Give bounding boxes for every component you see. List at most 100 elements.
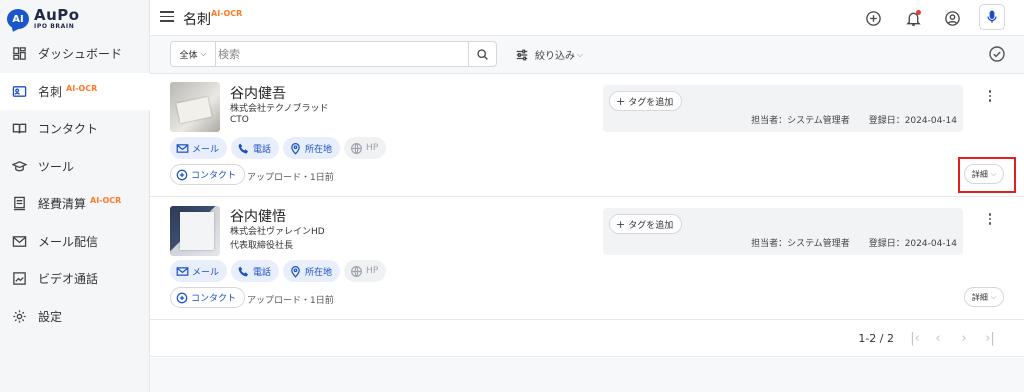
title-ai-ocr-badge: AI-OCR (211, 9, 243, 18)
email-chip[interactable]: メール (170, 260, 228, 282)
filter-button[interactable]: 絞り込み ⌵ (515, 47, 583, 62)
sidebar-item-tools[interactable]: ツール (0, 148, 150, 186)
detail-button[interactable]: 詳細 ⌵ (964, 287, 1004, 307)
registered-date: 登録日：2024-04-14 (868, 239, 957, 249)
prev-page-icon[interactable]: ‹ (930, 330, 946, 346)
company-name: 株式会社ヴァレインHD (230, 227, 325, 237)
tag-panel: + タグを追加 担当者：システム管理者 登録日：2024-04-14 (603, 85, 963, 132)
card-meta: 担当者：システム管理者 登録日：2024-04-14 (735, 236, 957, 249)
sidebar-item-mail[interactable]: メール配信 (0, 223, 150, 261)
add-contact-button[interactable]: コンタクト (170, 287, 246, 308)
add-tag-label: タグを追加 (628, 220, 674, 231)
sidebar-item-label: 設定 (38, 309, 63, 324)
business-card-item[interactable]: 谷内健吾 株式会社テクノブラッド CTO メール 電話 所在地 HP コンタクト… (150, 74, 1024, 197)
app-logo[interactable]: AI AuPo IPO BRAIN (7, 6, 80, 32)
address-chip[interactable]: 所在地 (283, 260, 341, 282)
first-page-icon[interactable]: |‹ (907, 330, 923, 346)
sidebar-item-expenses[interactable]: 経費清算 AI-OCR (0, 185, 150, 223)
company-name: 株式会社テクノブラッド (230, 104, 329, 114)
chip-label: メール (192, 144, 220, 155)
chip-label: 電話 (253, 267, 272, 278)
ai-ocr-badge: AI-OCR (90, 196, 122, 206)
more-vert-icon[interactable] (984, 88, 996, 104)
empty-area (150, 358, 1024, 392)
registered-date: 登録日：2024-04-14 (868, 116, 957, 126)
search-input[interactable] (218, 44, 463, 64)
next-page-icon[interactable]: › (956, 330, 972, 346)
search-icon (477, 48, 488, 60)
mail-icon (11, 233, 27, 249)
notification-dot (916, 10, 921, 15)
contact-label: コンタクト (191, 171, 237, 181)
notification-bell-icon[interactable] (903, 8, 923, 28)
contact-name: 谷内健吾 (230, 86, 286, 102)
sidebar-item-label: ダッシュボード (38, 47, 123, 62)
search-toolbar: 全体 ⌵ 絞り込み ⌵ (150, 36, 1024, 74)
phone-chip[interactable]: 電話 (231, 260, 280, 282)
logo-main-text: AuPo (34, 6, 80, 24)
sidebar-item-video[interactable]: ビデオ通話 (0, 260, 150, 298)
ai-ocr-badge: AI-OCR (66, 83, 98, 93)
assignee-text: 担当者：システム管理者 (751, 239, 850, 249)
location-pin-icon (291, 142, 300, 155)
add-circle-icon[interactable] (863, 8, 883, 28)
sidebar-nav: ダッシュボード 名刺 AI-OCR コンタクト ツール 経費清算 AI-OCR … (0, 35, 150, 335)
business-card-item[interactable]: 谷内健悟 株式会社ヴァレインHD 代表取締役社長 メール 電話 所在地 HP コ… (150, 197, 1024, 320)
hamburger-menu-icon[interactable] (160, 11, 174, 23)
card-meta: 担当者：システム管理者 登録日：2024-04-14 (735, 113, 957, 126)
search-scope-select[interactable]: 全体 ⌵ (171, 42, 216, 66)
contact-chips: メール 電話 所在地 HP (170, 260, 390, 282)
website-chip[interactable]: HP (344, 137, 387, 159)
sidebar-item-label: 経費清算 (38, 197, 87, 212)
add-tag-label: タグを追加 (628, 97, 674, 108)
sidebar-item-contacts[interactable]: コンタクト (0, 110, 150, 148)
more-vert-icon[interactable] (984, 211, 996, 227)
address-chip[interactable]: 所在地 (283, 137, 341, 159)
business-card-icon (11, 83, 27, 99)
voice-input-button[interactable] (979, 4, 1005, 30)
account-icon[interactable] (942, 8, 962, 28)
filter-sliders-icon (516, 49, 528, 60)
contact-label: コンタクト (191, 294, 237, 304)
add-tag-button[interactable]: + タグを追加 (609, 91, 683, 111)
mail-icon (176, 143, 189, 153)
phone-chip[interactable]: 電話 (231, 137, 280, 159)
job-title: 代表取締役社長 (230, 241, 294, 251)
email-chip[interactable]: メール (170, 137, 228, 159)
sidebar-item-label: コンタクト (38, 122, 99, 137)
chevron-down-icon: ⌵ (577, 49, 584, 59)
page-title: 名刺 (183, 12, 211, 28)
sidebar-item-dashboard[interactable]: ダッシュボード (0, 35, 150, 73)
website-chip[interactable]: HP (344, 260, 387, 282)
chevron-down-icon: ⌵ (990, 292, 997, 301)
graduation-cap-icon (11, 158, 27, 174)
plus-icon: + (616, 217, 626, 231)
select-all-check-icon[interactable] (988, 45, 1006, 63)
sidebar-item-settings[interactable]: 設定 (0, 298, 150, 336)
logo-sub-text: IPO BRAIN (34, 23, 75, 30)
scope-label: 全体 (179, 50, 198, 61)
card-thumbnail[interactable] (170, 206, 220, 256)
search-button[interactable] (468, 42, 496, 66)
logo-bubble-icon: AI (7, 9, 29, 29)
plus-icon: + (616, 94, 626, 108)
chip-label: 電話 (253, 144, 272, 155)
sidebar-item-label: ビデオ通話 (38, 272, 99, 287)
add-circle-icon (176, 292, 188, 303)
upload-meta: アップロード・1日前 (247, 173, 334, 183)
book-icon (11, 121, 27, 137)
dashboard-icon (11, 46, 27, 62)
receipt-icon (11, 196, 27, 212)
filter-label: 絞り込み (535, 51, 575, 62)
search-box: 全体 ⌵ (170, 41, 497, 67)
add-contact-button[interactable]: コンタクト (170, 164, 246, 185)
add-tag-button[interactable]: + タグを追加 (609, 214, 683, 234)
card-thumbnail[interactable] (170, 82, 220, 132)
job-title: CTO (230, 115, 249, 125)
sidebar: AI AuPo IPO BRAIN ダッシュボード 名刺 AI-OCR コンタク… (0, 0, 150, 392)
sidebar-item-business-cards[interactable]: 名刺 AI-OCR (0, 72, 150, 110)
location-pin-icon (291, 265, 300, 278)
phone-icon (238, 143, 248, 153)
detail-label: 詳細 (971, 292, 988, 302)
last-page-icon[interactable]: ›| (982, 330, 998, 346)
